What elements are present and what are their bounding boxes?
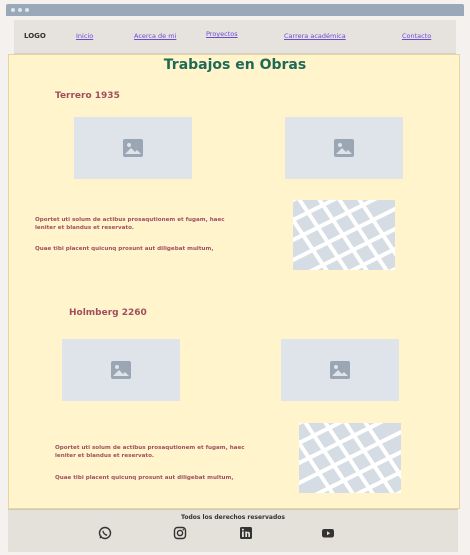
image-icon <box>111 361 131 379</box>
image-placeholder <box>281 339 399 401</box>
image-placeholder <box>62 339 180 401</box>
whatsapp-icon[interactable] <box>98 526 112 540</box>
map-icon <box>299 423 401 493</box>
image-icon <box>330 361 350 379</box>
linkedin-icon[interactable] <box>239 526 253 540</box>
page-title: Trabajos en Obras <box>163 57 307 73</box>
window-titlebar <box>6 4 464 16</box>
map-thumbnail[interactable] <box>299 423 401 493</box>
section-paragraph: Oportet uti solum de actibus prosaqution… <box>55 445 245 459</box>
nav-link-contacto[interactable]: Contacto <box>402 32 431 40</box>
copyright-text: Todos los derechos reservados <box>181 514 285 521</box>
nav-link-proyectos[interactable]: Proyectos <box>206 30 238 38</box>
window-dot-icon[interactable] <box>18 8 22 12</box>
logo: LOGO <box>24 32 46 40</box>
map-thumbnail[interactable] <box>293 200 395 270</box>
nav-link-carrera[interactable]: Carrera académica <box>284 32 346 40</box>
footer: Todos los derechos reservados <box>8 509 458 552</box>
section-paragraph: Oportet uti solum de actibus prosaqution… <box>35 217 225 231</box>
section-title: Terrero 1935 <box>55 91 120 101</box>
window-dot-icon[interactable] <box>11 8 15 12</box>
section-paragraph: Quae tibi placent quicunq prosunt aut di… <box>55 475 234 481</box>
browser-frame: LOGO Inicio Acerca de mi Proyectos Carre… <box>0 0 470 555</box>
instagram-icon[interactable] <box>173 526 187 540</box>
section-title: Holmberg 2260 <box>69 308 147 318</box>
map-icon <box>293 200 395 270</box>
image-placeholder <box>285 117 403 179</box>
youtube-icon[interactable] <box>321 526 335 540</box>
window-dot-icon[interactable] <box>25 8 29 12</box>
image-placeholder <box>74 117 192 179</box>
top-nav: LOGO Inicio Acerca de mi Proyectos Carre… <box>14 20 456 54</box>
nav-link-acerca[interactable]: Acerca de mi <box>134 32 176 40</box>
image-icon <box>123 139 143 157</box>
section-paragraph: Quae tibi placent quicunq prosunt aut di… <box>35 246 214 252</box>
nav-link-inicio[interactable]: Inicio <box>76 32 93 40</box>
image-icon <box>334 139 354 157</box>
